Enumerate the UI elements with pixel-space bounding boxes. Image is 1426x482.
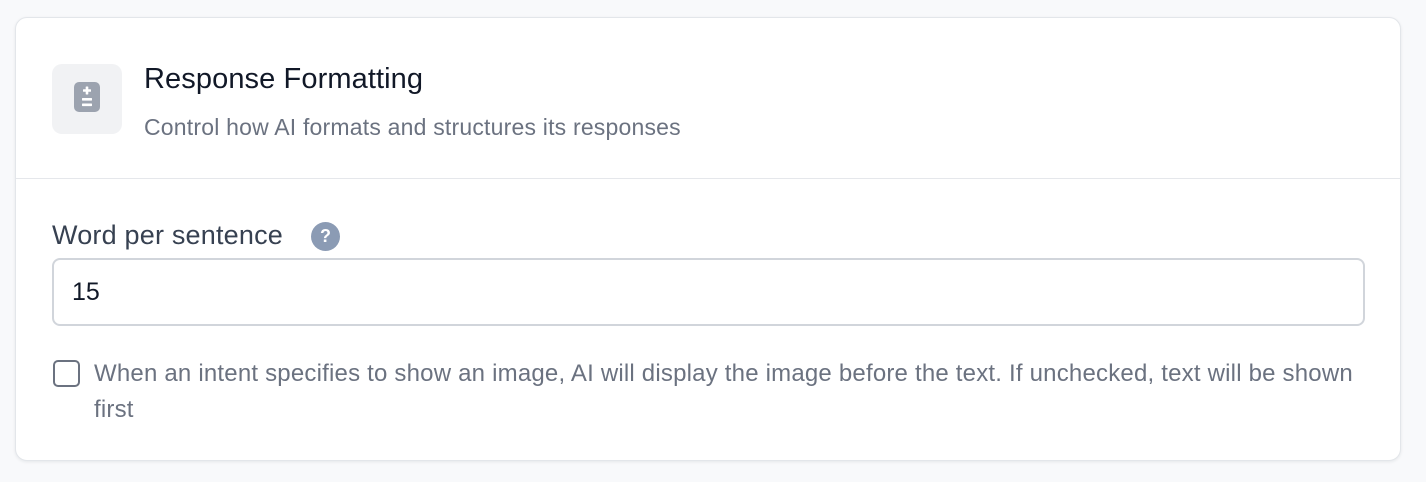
calculator-icon (73, 81, 101, 118)
section-icon-tile (52, 64, 122, 134)
response-formatting-card: Response Formatting Control how AI forma… (15, 17, 1401, 461)
image-first-label: When an intent specifies to show an imag… (94, 360, 1353, 423)
help-icon[interactable]: ? (311, 222, 340, 251)
word-per-sentence-input[interactable] (52, 258, 1365, 326)
image-first-checkbox[interactable] (53, 360, 80, 387)
word-per-sentence-label: Word per sentence (52, 220, 284, 250)
section-subtitle: Control how AI formats and structures it… (144, 114, 681, 140)
section-title: Response Formatting (144, 63, 424, 95)
card-header: Response Formatting Control how AI forma… (16, 18, 1400, 179)
